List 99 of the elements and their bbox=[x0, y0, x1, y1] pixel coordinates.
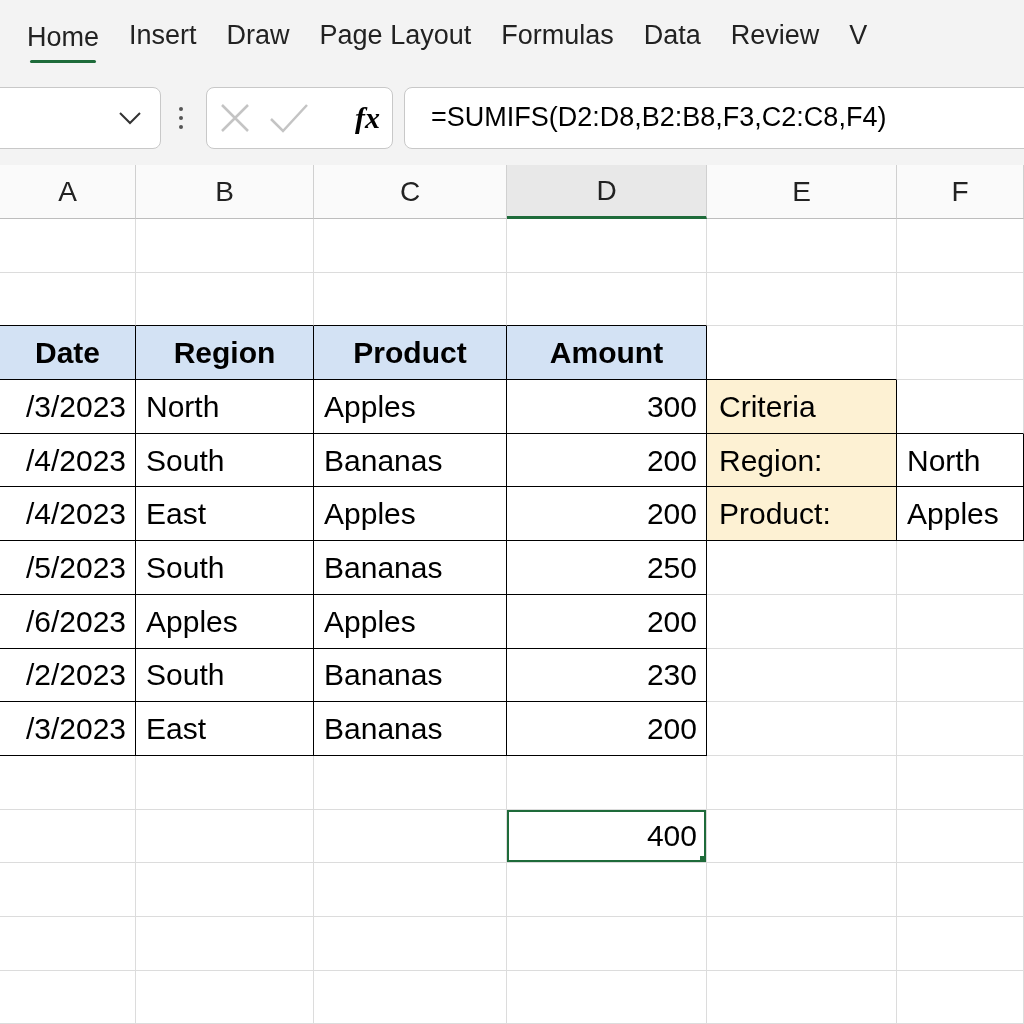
empty-cell[interactable] bbox=[707, 219, 897, 273]
table-cell: North bbox=[136, 380, 314, 434]
empty-cell[interactable] bbox=[507, 755, 707, 810]
criteria-cell: Region: bbox=[707, 433, 897, 488]
table-cell: 250 bbox=[507, 541, 707, 595]
cancel-icon[interactable] bbox=[219, 101, 251, 134]
table-cell: /3/2023 bbox=[0, 380, 136, 434]
empty-cell[interactable] bbox=[707, 755, 897, 810]
empty-cell[interactable] bbox=[707, 863, 897, 917]
empty-cell[interactable] bbox=[136, 863, 314, 917]
table-cell: North bbox=[897, 433, 1024, 488]
column-header[interactable]: B bbox=[136, 165, 314, 219]
table-cell: Bananas bbox=[314, 648, 507, 703]
table-cell: Apples bbox=[314, 380, 507, 434]
empty-cell[interactable] bbox=[0, 219, 136, 273]
column-header[interactable]: E bbox=[707, 165, 897, 219]
more-icon[interactable] bbox=[178, 105, 184, 130]
table-cell: South bbox=[136, 648, 314, 703]
table-cell: East bbox=[136, 487, 314, 542]
empty-cell[interactable] bbox=[314, 755, 507, 810]
table-cell: /4/2023 bbox=[0, 487, 136, 542]
empty-cell[interactable] bbox=[707, 970, 897, 1024]
empty-cell[interactable] bbox=[897, 809, 1024, 864]
empty-cell[interactable] bbox=[0, 916, 136, 971]
empty-cell[interactable] bbox=[136, 809, 314, 864]
insert-function-button[interactable]: fx bbox=[355, 95, 380, 140]
table-cell: Apples bbox=[136, 594, 314, 649]
table-cell: 300 bbox=[507, 380, 707, 434]
table-cell: /4/2023 bbox=[0, 433, 136, 488]
result-cell[interactable]: 400 bbox=[507, 809, 707, 864]
table-cell: South bbox=[136, 541, 314, 595]
criteria-cell: Criteria bbox=[707, 380, 897, 434]
empty-cell[interactable] bbox=[0, 809, 136, 864]
empty-cell[interactable] bbox=[136, 916, 314, 971]
table-cell: 200 bbox=[507, 702, 707, 756]
empty-cell[interactable] bbox=[0, 863, 136, 917]
chevron-down-icon bbox=[118, 110, 142, 125]
fill-handle[interactable] bbox=[700, 856, 706, 863]
empty-cell[interactable] bbox=[897, 863, 1024, 917]
empty-cell[interactable] bbox=[314, 916, 507, 971]
table-cell: Apples bbox=[314, 594, 507, 649]
ribbon-tab[interactable]: Data bbox=[643, 0, 701, 70]
empty-cell[interactable] bbox=[897, 970, 1024, 1024]
empty-cell[interactable] bbox=[314, 970, 507, 1024]
table-cell: 230 bbox=[507, 648, 707, 703]
ribbon-tab[interactable]: Insert bbox=[129, 0, 197, 70]
column-header[interactable]: A bbox=[0, 165, 136, 219]
empty-cell[interactable] bbox=[136, 755, 314, 810]
header-cell: Date bbox=[0, 326, 136, 381]
table-cell: /2/2023 bbox=[0, 648, 136, 703]
empty-cell[interactable] bbox=[507, 863, 707, 917]
empty-cell[interactable] bbox=[507, 219, 707, 273]
table-cell: Apples bbox=[314, 487, 507, 542]
empty-cell[interactable] bbox=[0, 970, 136, 1024]
empty-cell[interactable] bbox=[507, 970, 707, 1024]
empty-cell[interactable] bbox=[136, 970, 314, 1024]
column-header[interactable]: F bbox=[897, 165, 1024, 219]
table-cell: Bananas bbox=[314, 541, 507, 595]
header-cell: Amount bbox=[507, 326, 707, 381]
table-cell: Apples bbox=[897, 487, 1024, 542]
name-box[interactable] bbox=[0, 86, 161, 149]
header-cell: Product bbox=[314, 326, 507, 381]
empty-cell[interactable] bbox=[897, 219, 1024, 273]
table-cell: 200 bbox=[507, 487, 707, 542]
empty-cell[interactable] bbox=[507, 916, 707, 971]
table-cell: /5/2023 bbox=[0, 541, 136, 595]
empty-cell[interactable] bbox=[897, 594, 1024, 649]
ribbon-tab[interactable]: Page Layout bbox=[319, 0, 472, 70]
empty-cell[interactable] bbox=[314, 219, 507, 273]
ribbon-tab[interactable]: Review bbox=[730, 0, 820, 70]
ribbon-tab[interactable]: V bbox=[849, 0, 868, 70]
empty-cell[interactable] bbox=[897, 326, 1024, 381]
table-cell: 200 bbox=[507, 594, 707, 649]
empty-cell[interactable] bbox=[897, 916, 1024, 971]
empty-cell[interactable] bbox=[897, 541, 1024, 595]
table-cell: Bananas bbox=[314, 702, 507, 756]
table-cell: East bbox=[136, 702, 314, 756]
ribbon-tab[interactable]: Formulas bbox=[501, 0, 614, 70]
column-header[interactable]: D bbox=[507, 165, 707, 219]
table-cell: /3/2023 bbox=[0, 702, 136, 756]
empty-cell[interactable] bbox=[707, 272, 897, 327]
empty-cell[interactable] bbox=[707, 916, 897, 971]
empty-cell[interactable] bbox=[897, 702, 1024, 756]
empty-cell[interactable] bbox=[897, 272, 1024, 327]
header-cell: Region bbox=[136, 326, 314, 381]
empty-cell[interactable] bbox=[897, 648, 1024, 703]
table-cell: Bananas bbox=[314, 433, 507, 488]
empty-cell[interactable] bbox=[314, 863, 507, 917]
ribbon-tab[interactable]: Draw bbox=[226, 0, 290, 70]
table-cell: /6/2023 bbox=[0, 594, 136, 649]
empty-cell[interactable] bbox=[897, 755, 1024, 810]
criteria-cell: Product: bbox=[707, 487, 897, 542]
table-cell: South bbox=[136, 433, 314, 488]
empty-cell[interactable] bbox=[0, 755, 136, 810]
ribbon-tab[interactable]: Home bbox=[27, 0, 100, 70]
table-cell: 200 bbox=[507, 433, 707, 488]
empty-cell[interactable] bbox=[136, 219, 314, 273]
column-header[interactable]: C bbox=[314, 165, 507, 219]
check-icon[interactable] bbox=[269, 102, 309, 133]
